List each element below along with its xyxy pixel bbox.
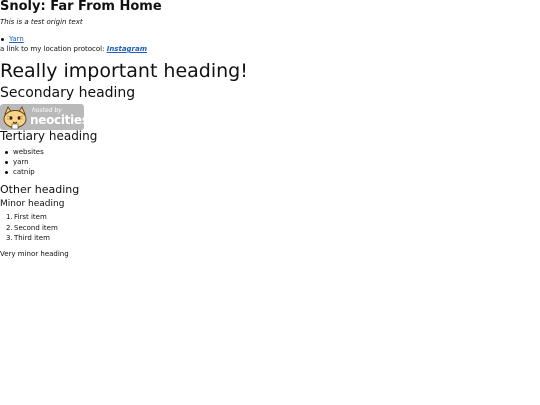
list-item: yarn — [5, 157, 44, 167]
neocities-cat-icon — [1, 105, 29, 129]
heading-4: Other heading — [0, 183, 80, 196]
ordered-list-item: 3.Third item — [6, 234, 50, 242]
bullet-icon — [5, 150, 8, 154]
location-prefix: a link to my location protocol: — [0, 45, 105, 53]
nav-item: Yarn — [0, 35, 24, 43]
list-item-label: yarn — [13, 158, 29, 166]
list-item: websites — [5, 147, 44, 157]
bullet-icon — [5, 170, 8, 174]
heading-3: Tertiary heading — [0, 129, 98, 143]
site-subtitle: This is a test origin text — [0, 18, 83, 26]
neocities-badge[interactable]: hosted by neocities — [0, 104, 84, 130]
ordered-item-label: First item — [14, 213, 47, 221]
bullet-icon — [5, 160, 8, 164]
heading-1: Really important heading! — [0, 60, 248, 82]
heading-6: Very minor heading — [0, 250, 69, 258]
heading-5: Minor heading — [0, 199, 65, 209]
instagram-link[interactable]: Instagram — [107, 45, 147, 53]
list-item: catnip — [5, 167, 44, 177]
location-line: a link to my location protocol: Instagra… — [0, 45, 147, 53]
heading-2: Secondary heading — [0, 85, 136, 101]
unordered-list: websites yarn catnip — [5, 147, 44, 177]
bullet-icon — [1, 37, 4, 41]
ordered-item-label: Second item — [14, 223, 58, 232]
site-title: Snoly: Far From Home — [0, 0, 162, 14]
ordered-list-item: 2.Second item — [6, 223, 58, 232]
nav-link-yarn[interactable]: Yarn — [9, 35, 24, 43]
badge-big-text: neocities — [30, 113, 84, 127]
ordered-list: 1.First item 2.Second item 3.Third item — [6, 212, 58, 244]
nav-list: Yarn — [0, 35, 24, 43]
ordered-item-label: Third item — [14, 234, 50, 242]
ordered-list-item: 1.First item — [6, 213, 47, 221]
list-item-label: catnip — [13, 168, 35, 176]
list-item-label: websites — [13, 148, 44, 156]
